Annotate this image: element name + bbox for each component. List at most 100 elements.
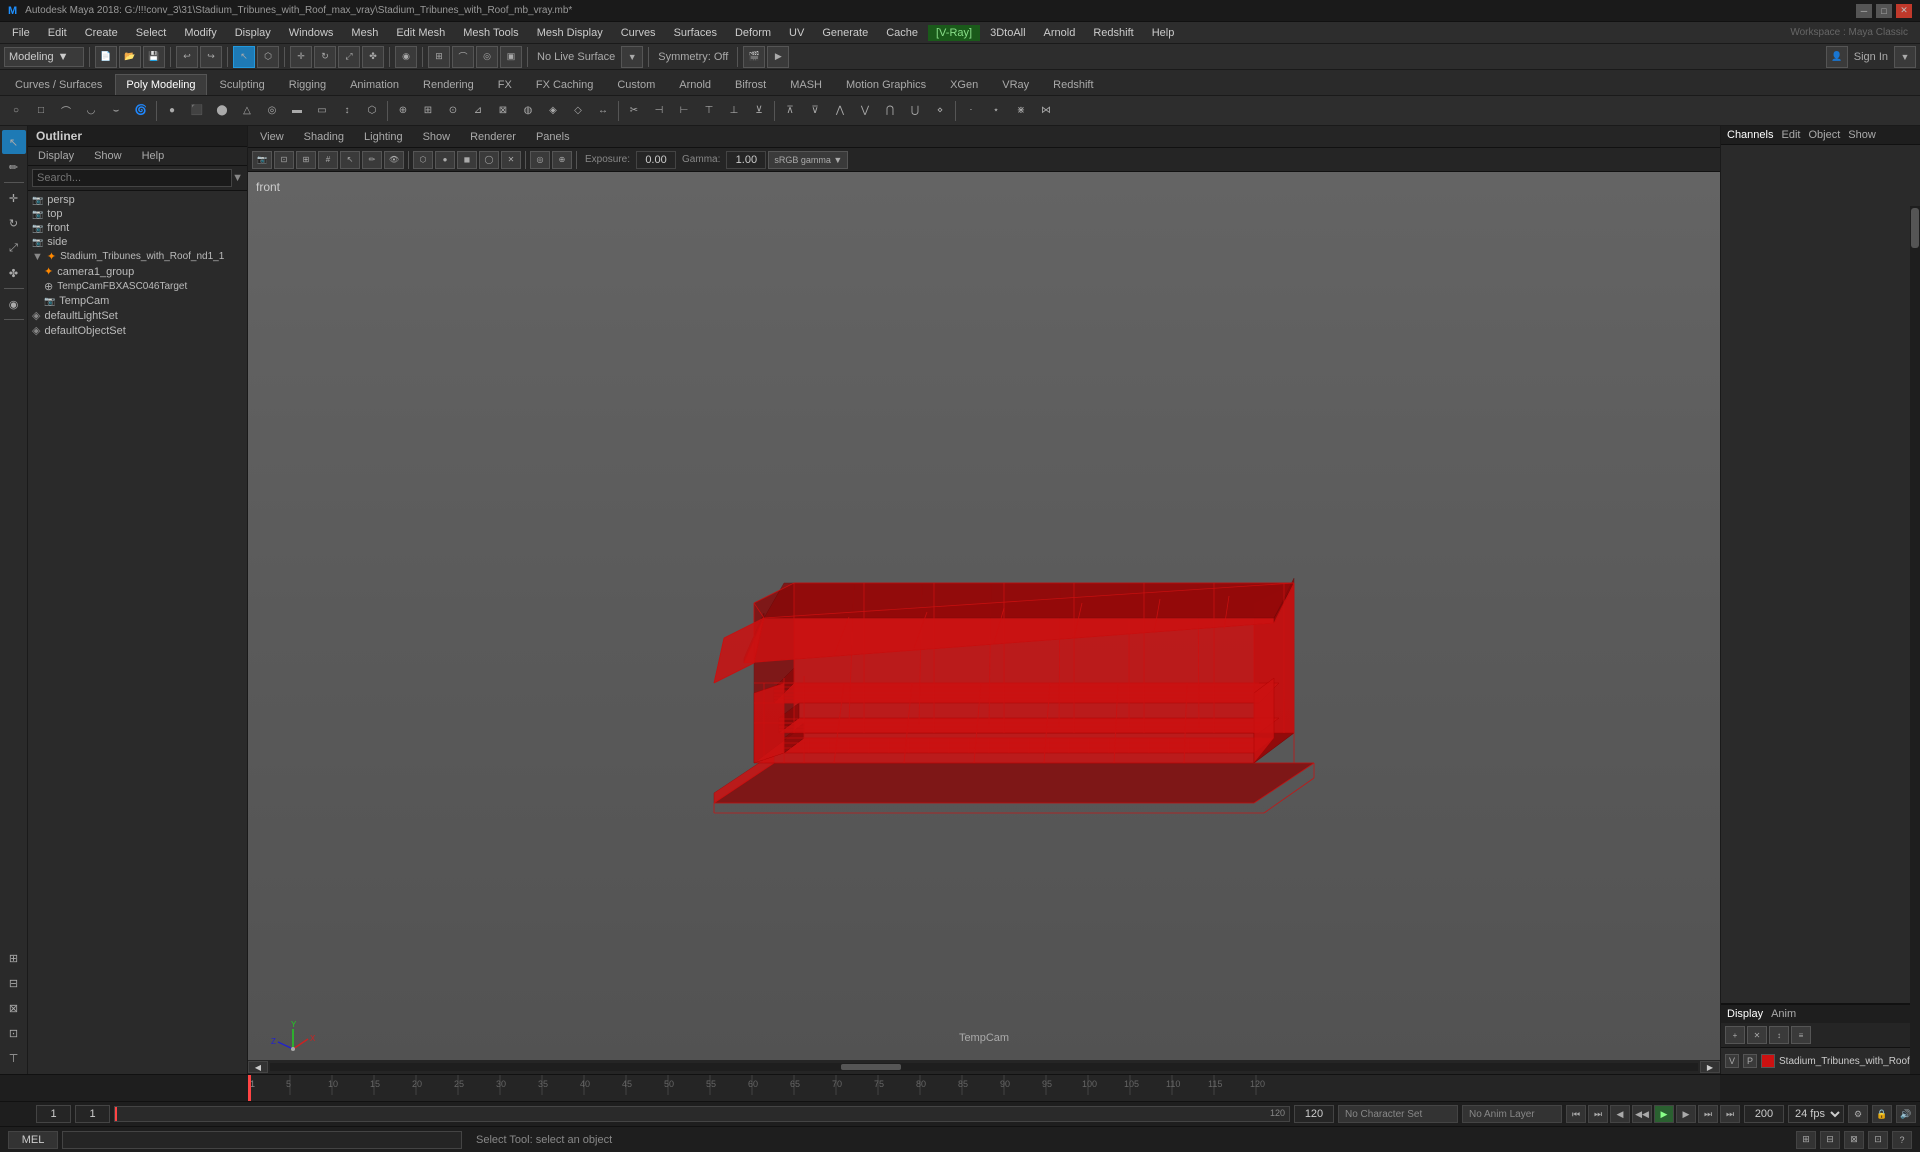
- command-input[interactable]: [62, 1131, 462, 1149]
- vp-tb-wireframe[interactable]: ⬡: [413, 151, 433, 169]
- boolean-union[interactable]: ⋂: [878, 99, 902, 123]
- search-dropdown-icon[interactable]: ▼: [232, 172, 243, 184]
- tab-arnold[interactable]: Arnold: [668, 74, 722, 95]
- tab-animation[interactable]: Animation: [339, 74, 410, 95]
- fill-hole-tool[interactable]: ⊙: [441, 99, 465, 123]
- outliner-display-tab[interactable]: Display: [28, 147, 84, 165]
- vp-tb-smooth-shade[interactable]: ◯: [479, 151, 499, 169]
- undo-btn[interactable]: ↩: [176, 46, 198, 68]
- sign-in-dropdown[interactable]: ▼: [1894, 46, 1916, 68]
- bridge-tool[interactable]: ⊞: [416, 99, 440, 123]
- pb-lock-btn[interactable]: 🔒: [1872, 1105, 1892, 1123]
- status-btn-4[interactable]: ⊡: [1868, 1131, 1888, 1149]
- anim-tab[interactable]: Anim: [1771, 1008, 1796, 1020]
- render-btn[interactable]: 🎬: [743, 46, 765, 68]
- vp-menu-panels[interactable]: Panels: [528, 129, 578, 145]
- boolean-diff[interactable]: ⋃: [903, 99, 927, 123]
- status-btn-2[interactable]: ⊟: [1820, 1131, 1840, 1149]
- viewport-canvas[interactable]: front .wireframe { stroke: #cc1111; stro…: [248, 172, 1720, 1074]
- boolean-int[interactable]: ⋄: [928, 99, 952, 123]
- circularize-tool[interactable]: ◍: [516, 99, 540, 123]
- snap-grid-btn[interactable]: ⊞: [428, 46, 450, 68]
- no-anim-layer[interactable]: No Anim Layer: [1462, 1105, 1562, 1123]
- menu-windows[interactable]: Windows: [281, 25, 342, 41]
- lasso-tool-btn[interactable]: ⬡: [257, 46, 279, 68]
- display-tab[interactable]: Display: [1727, 1008, 1763, 1020]
- menu-help[interactable]: Help: [1144, 25, 1183, 41]
- curve-tool[interactable]: ⌒: [54, 99, 78, 123]
- gamma-input[interactable]: [726, 151, 766, 169]
- offset-edge-loop[interactable]: ⊢: [672, 99, 696, 123]
- object-tab[interactable]: Object: [1808, 129, 1840, 141]
- move-tool-btn[interactable]: ✛: [290, 46, 312, 68]
- exposure-input[interactable]: [636, 151, 676, 169]
- next-frame-btn[interactable]: ▶: [1676, 1105, 1696, 1123]
- flip-tool[interactable]: ↔: [591, 99, 615, 123]
- universal-tool-btn[interactable]: ✤: [362, 46, 384, 68]
- universal-tool[interactable]: ✤: [2, 261, 26, 285]
- show-tab[interactable]: Show: [1848, 129, 1876, 141]
- wedge-tool[interactable]: ⊥: [722, 99, 746, 123]
- vp-tb-grid[interactable]: #: [318, 151, 338, 169]
- layer-new-btn[interactable]: +: [1725, 1026, 1745, 1044]
- tab-vray[interactable]: VRay: [991, 74, 1040, 95]
- display-mode-3[interactable]: ⊠: [2, 996, 26, 1020]
- menu-uv[interactable]: UV: [781, 25, 812, 41]
- slide-edge-tool[interactable]: ⊤: [697, 99, 721, 123]
- display-mode-1[interactable]: ⊞: [2, 946, 26, 970]
- connect-tool[interactable]: ⊠: [491, 99, 515, 123]
- save-file-btn[interactable]: 💾: [143, 46, 165, 68]
- menu-3dtoall[interactable]: 3DtoAll: [982, 25, 1033, 41]
- smooth-tool[interactable]: ⋅: [959, 99, 983, 123]
- outliner-item-tempcam[interactable]: 📷 TempCam: [28, 294, 247, 308]
- vp-menu-view[interactable]: View: [252, 129, 292, 145]
- layer-move-btn[interactable]: ↕: [1769, 1026, 1789, 1044]
- menu-mesh-tools[interactable]: Mesh Tools: [455, 25, 526, 41]
- menu-create[interactable]: Create: [77, 25, 126, 41]
- no-character-set[interactable]: No Character Set: [1338, 1105, 1458, 1123]
- menu-select[interactable]: Select: [128, 25, 175, 41]
- tab-xgen[interactable]: XGen: [939, 74, 989, 95]
- rotate-tool-btn[interactable]: ↻: [314, 46, 336, 68]
- pb-settings-btn[interactable]: ⚙: [1848, 1105, 1868, 1123]
- snap-surface-btn[interactable]: ▣: [500, 46, 522, 68]
- tab-fx-caching[interactable]: FX Caching: [525, 74, 604, 95]
- scroll-right-btn[interactable]: ▶: [1700, 1061, 1720, 1073]
- select-tool-btn[interactable]: ↖: [233, 46, 255, 68]
- frame-range-bar[interactable]: 120: [114, 1106, 1290, 1122]
- channels-tab[interactable]: Channels: [1727, 129, 1773, 141]
- outliner-show-tab[interactable]: Show: [84, 147, 132, 165]
- vp-menu-show[interactable]: Show: [415, 129, 459, 145]
- ipr-btn[interactable]: ▶: [767, 46, 789, 68]
- hscroll-thumb[interactable]: [841, 1064, 901, 1070]
- tab-motion-graphics[interactable]: Motion Graphics: [835, 74, 937, 95]
- timeline-bar[interactable]: 1 5 10 15 20 25 30 35 40: [248, 1075, 1720, 1101]
- menu-curves[interactable]: Curves: [613, 25, 664, 41]
- play-back-btn[interactable]: ◀◀: [1632, 1105, 1652, 1123]
- plane-tool[interactable]: ▬: [285, 99, 309, 123]
- menu-edit[interactable]: Edit: [40, 25, 75, 41]
- soft-select[interactable]: ◉: [2, 292, 26, 316]
- current-frame-input[interactable]: [75, 1105, 110, 1123]
- vp-tb-paint[interactable]: ✏: [362, 151, 382, 169]
- display-mode-5[interactable]: ⊤: [2, 1046, 26, 1070]
- outliner-item-top[interactable]: 📷 top: [28, 207, 247, 221]
- retopo-tool[interactable]: ⋇: [1009, 99, 1033, 123]
- helix-tool[interactable]: ↕: [335, 99, 359, 123]
- viewport-hscrollbar[interactable]: ◀ ▶: [248, 1060, 1720, 1074]
- soft-select-btn[interactable]: ◉: [395, 46, 417, 68]
- vp-tb-isolate[interactable]: ◎: [530, 151, 550, 169]
- outliner-search-input[interactable]: [32, 169, 232, 187]
- display-mode-4[interactable]: ⊡: [2, 1021, 26, 1045]
- redo-btn[interactable]: ↪: [200, 46, 222, 68]
- vp-tb-show-hide[interactable]: 👁: [384, 151, 404, 169]
- menu-mesh-display[interactable]: Mesh Display: [529, 25, 611, 41]
- collapse-tool[interactable]: ◈: [541, 99, 565, 123]
- torus-tool[interactable]: ◎: [260, 99, 284, 123]
- vp-tb-x-ray[interactable]: ✕: [501, 151, 521, 169]
- cone-tool[interactable]: △: [235, 99, 259, 123]
- sign-in-btn[interactable]: 👤: [1826, 46, 1848, 68]
- vp-tb-filmgate[interactable]: ⊡: [274, 151, 294, 169]
- scrollbar-thumb[interactable]: [1911, 208, 1919, 248]
- menu-cache[interactable]: Cache: [878, 25, 926, 41]
